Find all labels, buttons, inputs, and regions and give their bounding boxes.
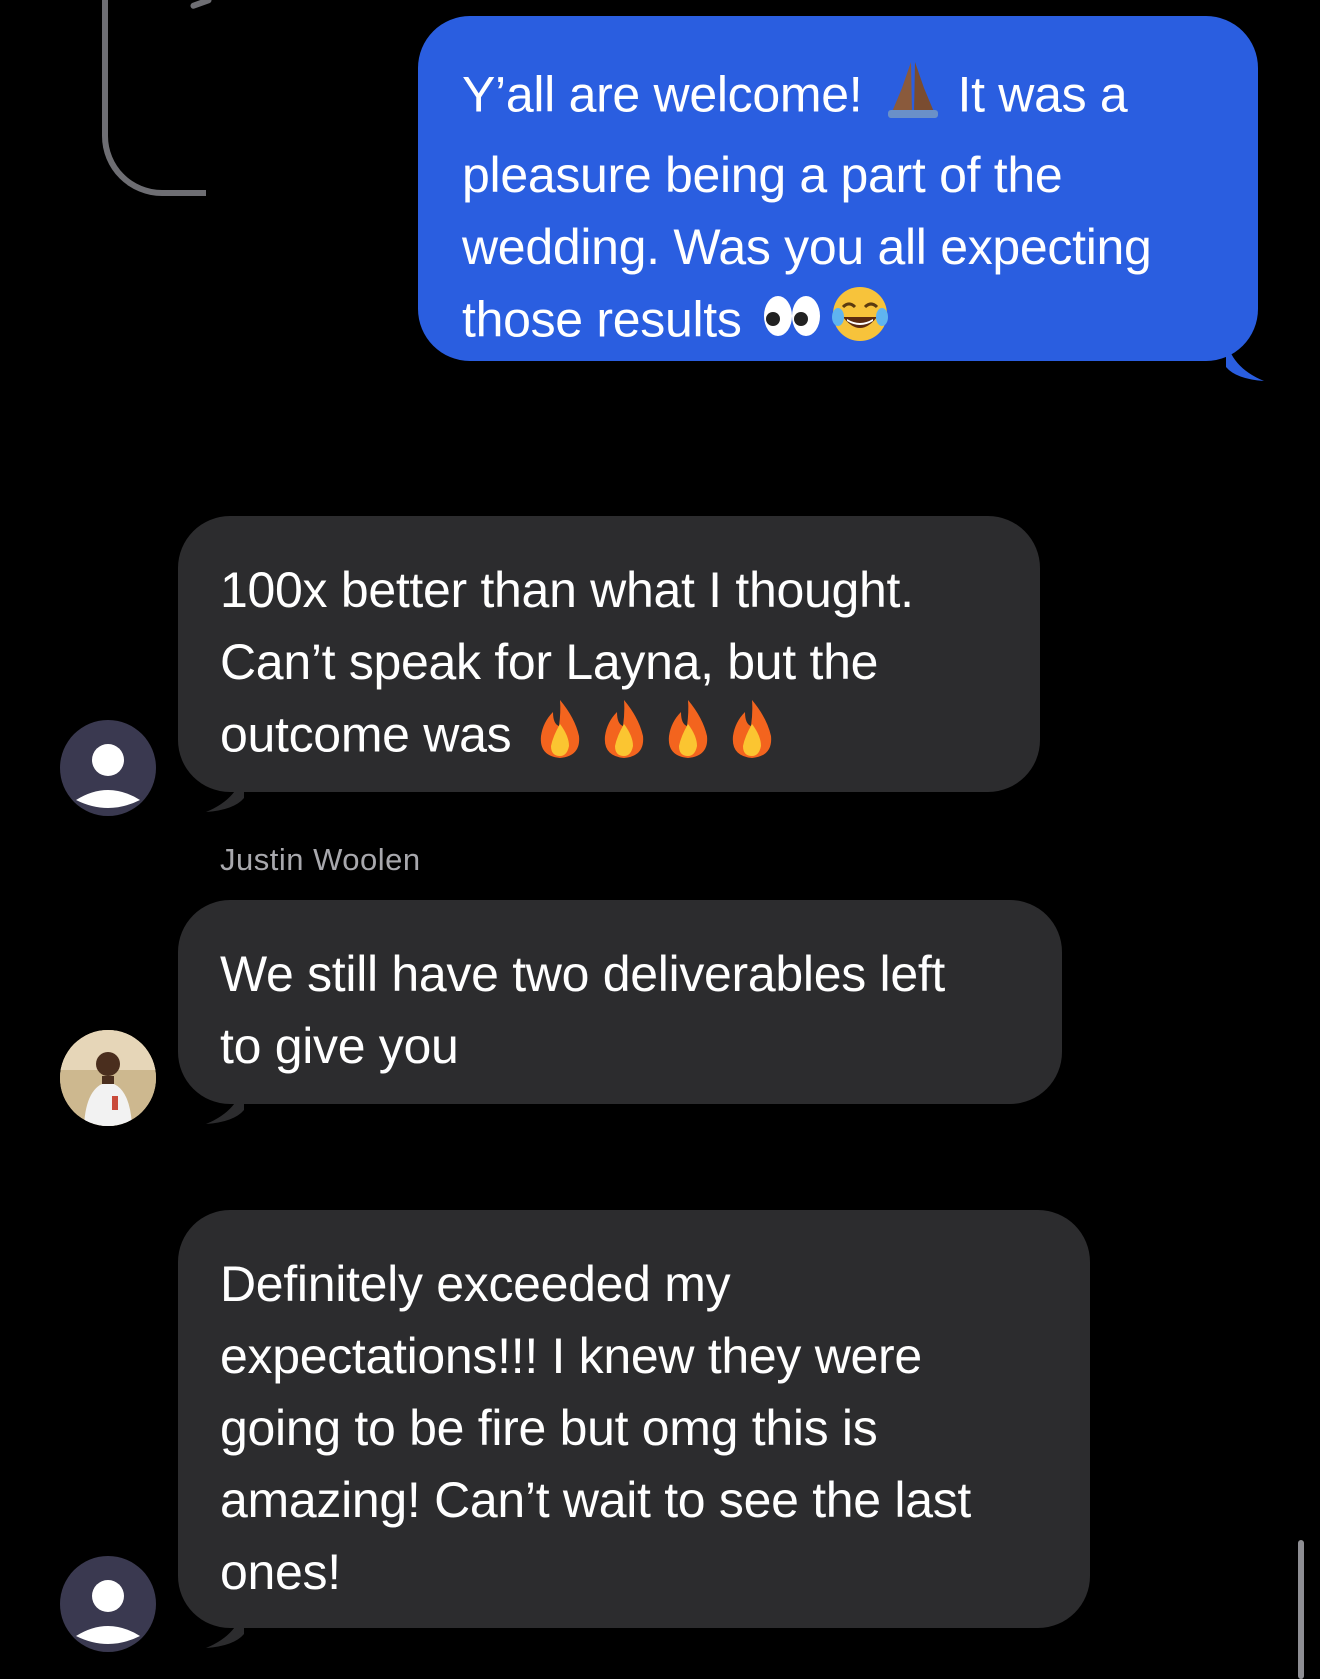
fire-emoji-icon bbox=[595, 698, 653, 779]
bubble-tail-icon bbox=[206, 1080, 244, 1124]
bubble-tail-icon bbox=[206, 1604, 244, 1648]
profile-photo-icon bbox=[60, 1030, 156, 1126]
scroll-indicator[interactable] bbox=[1298, 1540, 1304, 1679]
avatar[interactable] bbox=[60, 1556, 156, 1652]
reply-thread-connector bbox=[102, 0, 206, 196]
eyes-emoji-icon bbox=[761, 288, 823, 360]
outgoing-message-bubble[interactable]: Y’all are welcome! It was a pleasure bei… bbox=[418, 16, 1264, 381]
bubble-tail-icon bbox=[206, 768, 244, 812]
fire-emoji-icon bbox=[531, 698, 589, 779]
sender-name: Justin Woolen bbox=[220, 842, 421, 877]
message-text: 100x better than what I thought. Can’t s… bbox=[220, 554, 1000, 779]
incoming-message-bubble[interactable]: We still have two deliverables left to g… bbox=[178, 900, 1062, 1124]
avatar[interactable] bbox=[60, 720, 156, 816]
fire-emoji-icon bbox=[659, 698, 717, 779]
avatar[interactable] bbox=[60, 1030, 156, 1126]
message-text: We still have two deliverables left to g… bbox=[220, 946, 946, 1074]
tears-of-joy-emoji-icon bbox=[829, 283, 891, 364]
bubble-tail-icon bbox=[1226, 337, 1264, 381]
incoming-message-bubble[interactable]: Definitely exceeded my expectations!!! I… bbox=[178, 1210, 1090, 1648]
person-icon bbox=[76, 1580, 140, 1644]
message-text: Y’all are welcome! It was a pleasure bei… bbox=[462, 58, 1214, 364]
message-thread: Y’all are welcome! It was a pleasure bei… bbox=[0, 0, 1320, 1679]
message-text: Definitely exceeded my expectations!!! I… bbox=[220, 1256, 971, 1600]
incoming-message-bubble[interactable]: 100x better than what I thought. Can’t s… bbox=[178, 516, 1040, 812]
folded-hands-emoji-icon bbox=[882, 58, 944, 139]
person-icon bbox=[76, 744, 140, 808]
fire-emoji-icon bbox=[723, 698, 781, 779]
